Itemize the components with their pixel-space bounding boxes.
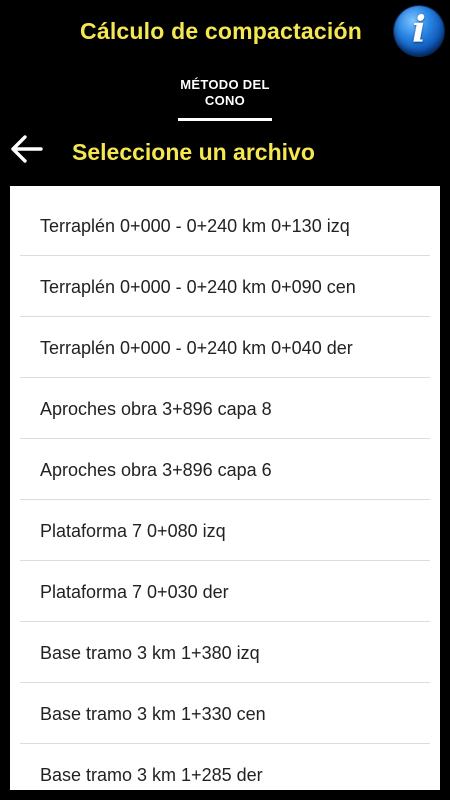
screen-heading: Seleccione un archivo [72, 139, 315, 165]
list-item[interactable]: Base tramo 3 km 1+380 izq [20, 622, 430, 683]
info-icon: i [412, 9, 426, 51]
file-list[interactable]: Terraplén 0+000 - 0+240 km 0+130 izq Ter… [10, 186, 440, 790]
list-item[interactable]: Terraplén 0+000 - 0+240 km 0+090 cen [20, 256, 430, 317]
list-item[interactable]: Base tramo 3 km 1+330 cen [20, 683, 430, 744]
list-item[interactable]: Aproches obra 3+896 capa 8 [20, 378, 430, 439]
info-button[interactable]: i [394, 6, 444, 56]
app-title: Cálculo de compactación [80, 18, 362, 44]
back-button[interactable] [6, 130, 46, 168]
tab-metodo-del-cono[interactable]: MÉTODO DEL CONO [178, 77, 272, 109]
list-item[interactable]: Aproches obra 3+896 capa 6 [20, 439, 430, 500]
arrow-back-icon [11, 135, 43, 163]
list-item[interactable]: Base tramo 3 km 1+285 der [20, 744, 430, 790]
list-item[interactable]: Terraplén 0+000 - 0+240 km 0+130 izq [20, 186, 430, 256]
list-item[interactable]: Terraplén 0+000 - 0+240 km 0+040 der [20, 317, 430, 378]
list-item[interactable]: Plataforma 7 0+030 der [20, 561, 430, 622]
tab-selected-indicator [178, 118, 272, 121]
list-item[interactable]: Plataforma 7 0+080 izq [20, 500, 430, 561]
